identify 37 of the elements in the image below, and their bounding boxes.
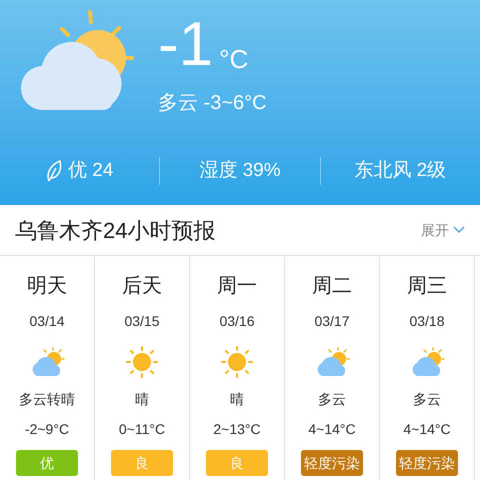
forecast-date: 03/15: [124, 312, 160, 330]
temperature: -1: [158, 14, 214, 76]
air-quality-badge: 优: [16, 450, 78, 476]
weather-desc: 晴: [230, 390, 244, 408]
sun-icon: [221, 346, 253, 378]
weather-desc: 多云: [413, 390, 441, 408]
weather-summary: 多云 -3~6°C: [158, 91, 267, 116]
expand-toggle[interactable]: 展开: [421, 220, 465, 240]
air-quality-badge: 轻度污染: [301, 450, 363, 476]
day-name: 周三: [407, 274, 447, 298]
day-name: 后天: [122, 274, 162, 298]
day-name: 周二: [312, 274, 352, 298]
air-quality-badge: 轻度污染: [396, 450, 458, 476]
sun-icon: [126, 346, 158, 378]
weather-desc: 多云: [318, 390, 346, 408]
chevron-down-icon: [453, 226, 465, 234]
temperature-range: 4~14°C: [403, 420, 451, 438]
temperature-unit: °C: [219, 44, 248, 74]
forecast-date: 03/17: [314, 312, 350, 330]
temperature-range: -2~9°C: [24, 420, 70, 438]
weather-stat: 东北风 2级: [354, 159, 446, 183]
weather-desc: 晴: [135, 390, 149, 408]
weather-stat: 优 24: [68, 159, 114, 183]
weather-desc: 多云转晴: [19, 390, 75, 408]
temperature-range: 4~14°C: [308, 420, 356, 438]
forecast-date: 03/18: [409, 312, 445, 330]
temperature-range: 0~11°C: [118, 420, 166, 438]
weather-stat: 湿度 39%: [199, 159, 281, 183]
forecast-title: 乌鲁木齐24小时预报: [15, 216, 216, 244]
temperature-range: 2~13°C: [213, 420, 261, 438]
forecast-date: 03/16: [219, 312, 255, 330]
forecast-date: 03/14: [29, 312, 65, 330]
day-name: 周一: [217, 274, 257, 298]
air-quality-badge: 良: [206, 450, 268, 476]
day-name: 明天: [27, 274, 67, 298]
air-quality-badge: 良: [111, 450, 173, 476]
leaf-icon: [46, 160, 62, 182]
